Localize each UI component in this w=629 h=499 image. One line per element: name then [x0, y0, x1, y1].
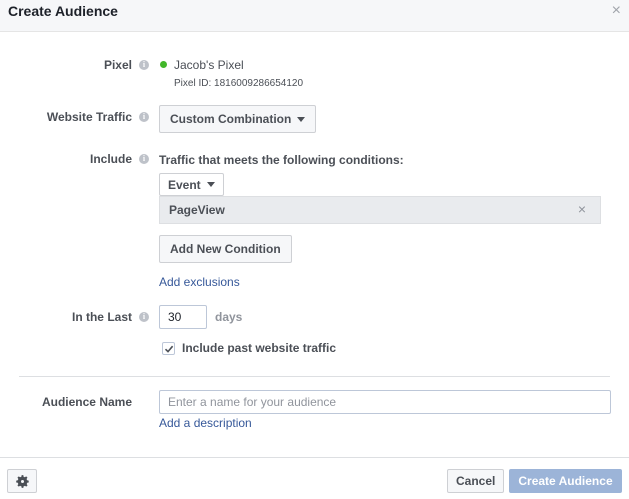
in-the-last-label: In the Last [71, 310, 132, 324]
gear-icon [16, 475, 29, 488]
audience-name-input[interactable] [159, 390, 611, 414]
dialog-header: Create Audience × [0, 0, 629, 32]
condition-row: PageView × [159, 196, 601, 224]
cancel-label: Cancel [456, 474, 496, 488]
add-description-link[interactable]: Add a description [159, 416, 252, 430]
add-exclusions-link[interactable]: Add exclusions [159, 275, 240, 289]
close-icon[interactable]: × [612, 3, 621, 19]
add-new-condition-label: Add New Condition [170, 242, 281, 256]
pixel-label: Pixel [103, 58, 132, 72]
caret-down-icon [297, 116, 306, 122]
pixel-id-label: Pixel ID: [174, 78, 212, 89]
event-dropdown-label: Event [168, 177, 201, 192]
info-icon[interactable]: i [139, 112, 149, 122]
website-traffic-dropdown[interactable]: Custom Combination [159, 105, 317, 133]
condition-value: PageView [169, 203, 225, 217]
pixel-name: Jacob's Pixel [174, 58, 244, 72]
audience-name-label: Audience Name [41, 395, 132, 409]
settings-button[interactable] [7, 469, 37, 493]
include-past-traffic-checkbox[interactable] [162, 342, 175, 355]
include-heading: Traffic that meets the following conditi… [159, 153, 404, 167]
pixel-id-value: 1816009286654120 [214, 78, 303, 89]
footer-divider [0, 457, 629, 458]
divider [19, 376, 610, 377]
caret-down-icon [206, 182, 215, 187]
pixel-id: Pixel ID: 1816009286654120 [174, 78, 303, 89]
info-icon[interactable]: i [139, 154, 149, 164]
create-audience-button[interactable]: Create Audience [509, 469, 622, 493]
create-audience-label: Create Audience [518, 474, 613, 488]
cancel-button[interactable]: Cancel [447, 469, 505, 493]
checkmark-icon [164, 345, 174, 353]
event-dropdown[interactable]: Event [159, 173, 224, 196]
pixel-status-dot [160, 61, 167, 68]
add-new-condition-button[interactable]: Add New Condition [159, 235, 292, 263]
remove-condition-icon[interactable]: × [578, 201, 586, 217]
include-past-traffic-label: Include past website traffic [182, 341, 337, 355]
website-traffic-selected: Custom Combination [170, 112, 292, 126]
info-icon[interactable]: i [139, 60, 149, 70]
website-traffic-label: Website Traffic [46, 110, 132, 124]
dialog-title: Create Audience [8, 3, 118, 19]
include-label: Include [89, 152, 132, 166]
days-unit: days [215, 310, 243, 324]
retention-days-input[interactable] [159, 305, 207, 329]
info-icon[interactable]: i [139, 312, 149, 322]
